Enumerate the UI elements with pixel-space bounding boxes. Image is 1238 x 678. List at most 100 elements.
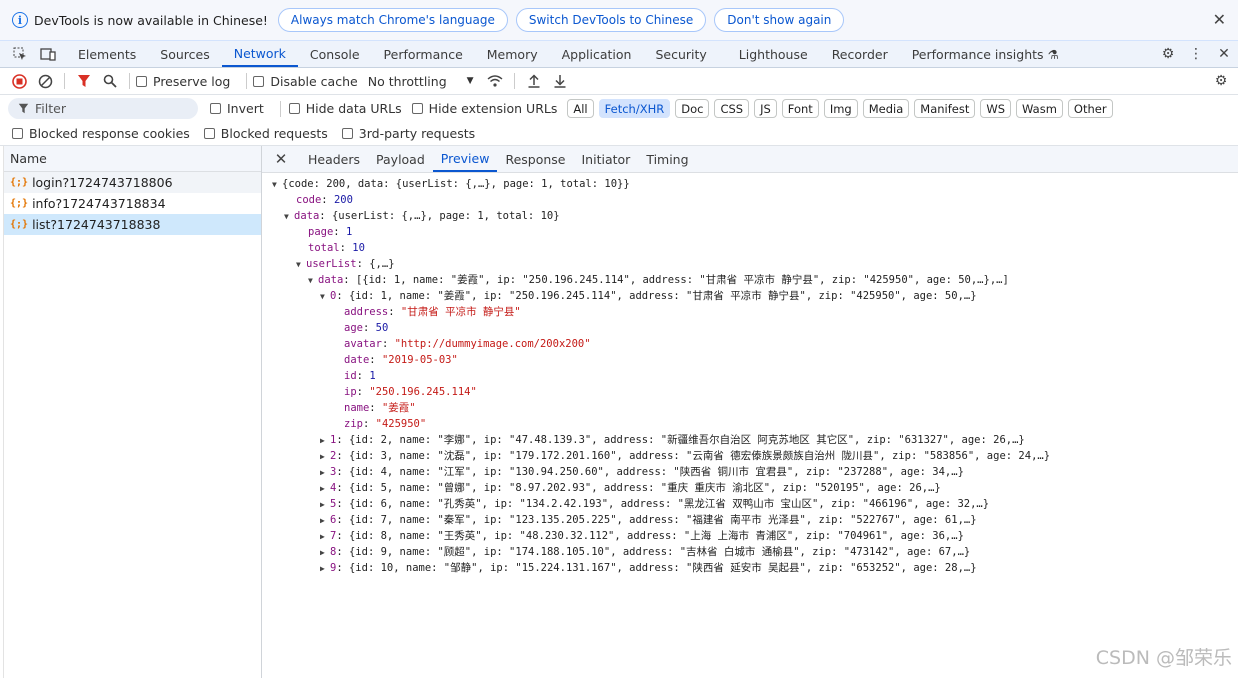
expand-triangle-icon[interactable]: ▼ [296,257,306,273]
tree-node-item-0[interactable]: ▼ 0: {id: 1, name: "姜霞", ip: "250.196.245… [262,288,1238,304]
close-detail-icon[interactable]: ✕ [262,150,300,168]
tab-elements[interactable]: Elements [66,41,148,67]
clear-icon[interactable] [32,70,58,92]
collapse-triangle-icon[interactable]: ▶ [320,545,330,561]
tree-node-item[interactable]: ▶ 2: {id: 3, name: "沈磊", ip: "179.172.201… [262,448,1238,464]
tree-node-item[interactable]: ▶ 6: {id: 7, name: "秦军", ip: "123.135.205… [262,512,1238,528]
tree-node-data-array[interactable]: ▼ data: [{id: 1, name: "姜霞", ip: "250.196… [262,272,1238,288]
tree-node-data[interactable]: ▼ data: {userList: {,…}, page: 1, total: … [262,208,1238,224]
toolbar-divider [279,100,281,117]
third-party-checkbox[interactable]: 3rd-party requests [341,126,475,141]
collapse-triangle-icon[interactable]: ▶ [320,513,330,529]
expand-triangle-icon[interactable]: ▼ [320,289,330,305]
item-summary: {id: 8, name: "王秀英", ip: "48.230.32.112"… [348,530,964,542]
tree-node-item[interactable]: ▶ 3: {id: 4, name: "江军", ip: "130.94.250.… [262,464,1238,480]
checkbox-box [341,128,353,139]
name-column-header[interactable]: Name [4,146,261,172]
tree-node-item[interactable]: ▶ 5: {id: 6, name: "孔秀英", ip: "134.2.42.1… [262,496,1238,512]
import-har-icon[interactable] [521,70,547,92]
inspect-element-icon[interactable] [12,46,28,62]
tab-preview[interactable]: Preview [432,146,498,172]
dont-show-again-button[interactable]: Don't show again [714,8,845,32]
page-value: 1 [345,226,353,238]
tree-node-item[interactable]: ▶ 1: {id: 2, name: "李娜", ip: "47.48.139.3… [262,432,1238,448]
tab-network[interactable]: Network [221,41,298,67]
collapse-triangle-icon[interactable]: ▶ [320,465,330,481]
type-filter-other[interactable]: Other [1067,99,1113,118]
tab-payload[interactable]: Payload [368,146,433,172]
checkbox-box [253,75,265,87]
collapse-triangle-icon[interactable]: ▶ [320,497,330,513]
hide-extension-urls-checkbox[interactable]: Hide extension URLs [411,101,557,116]
request-row[interactable]: {;} list?1724743718838 [4,214,261,235]
filter-funnel-icon[interactable] [71,70,97,92]
tab-recorder[interactable]: Recorder [820,41,900,67]
type-filter-wasm[interactable]: Wasm [1016,99,1063,118]
network-settings-gear-icon[interactable]: ⚙ [1208,70,1234,92]
invert-checkbox[interactable]: Invert [210,101,264,116]
item-summary: {id: 10, name: "邹静", ip: "15.224.131.167… [348,562,977,574]
collapse-triangle-icon[interactable]: ▶ [320,561,330,577]
disable-cache-checkbox[interactable]: Disable cache [253,74,358,89]
switch-chinese-button[interactable]: Switch DevTools to Chinese [515,8,707,32]
collapse-triangle-icon[interactable]: ▶ [320,433,330,449]
blocked-cookies-checkbox[interactable]: Blocked response cookies [12,126,190,141]
collapse-triangle-icon[interactable]: ▶ [320,449,330,465]
type-filter-fetch-xhr[interactable]: Fetch/XHR [598,99,671,118]
collapse-triangle-icon[interactable]: ▶ [320,481,330,497]
type-filter-css[interactable]: CSS [714,99,750,118]
filter-input[interactable]: Filter [8,98,198,119]
request-row[interactable]: {;} info?1724743718834 [4,193,261,214]
tab-headers[interactable]: Headers [300,146,368,172]
request-row[interactable]: {;} login?1724743718806 [4,172,261,193]
tab-lighthouse[interactable]: Lighthouse [727,41,820,67]
expand-triangle-icon[interactable]: ▼ [272,177,282,193]
type-filter-js[interactable]: JS [754,99,777,118]
tree-node-root[interactable]: ▼ {code: 200, data: {userList: {,…}, page… [262,176,1238,192]
date-value: "2019-05-03" [381,354,458,366]
type-filter-media[interactable]: Media [862,99,910,118]
tree-node-address: address: "甘肃省 平凉市 静宁县" [344,306,521,318]
tree-node-userlist[interactable]: ▼ userList: {,…} [262,256,1238,272]
expand-triangle-icon[interactable]: ▼ [284,209,294,225]
tab-timing[interactable]: Timing [638,146,696,172]
type-filter-all[interactable]: All [567,99,594,118]
close-icon[interactable]: ✕ [1213,10,1226,29]
tab-response[interactable]: Response [497,146,573,172]
tab-performance[interactable]: Performance [372,41,475,67]
export-har-icon[interactable] [547,70,573,92]
tree-node-item[interactable]: ▶ 4: {id: 5, name: "曾娜", ip: "8.97.202.93… [262,480,1238,496]
network-conditions-icon[interactable] [482,70,508,92]
preserve-log-checkbox[interactable]: Preserve log [136,74,230,89]
collapse-triangle-icon[interactable]: ▶ [320,529,330,545]
close-devtools-icon[interactable]: ✕ [1210,46,1238,62]
hide-data-urls-checkbox[interactable]: Hide data URLs [288,101,402,116]
tab-application[interactable]: Application [550,41,644,67]
blocked-requests-checkbox[interactable]: Blocked requests [203,126,328,141]
type-filter-img[interactable]: Img [823,99,858,118]
type-filter-doc[interactable]: Doc [675,99,710,118]
device-toolbar-icon[interactable] [40,46,56,62]
zip-value: "425950" [375,418,427,430]
type-filter-font[interactable]: Font [781,99,819,118]
tab-sources[interactable]: Sources [148,41,221,67]
code-value: 200 [333,194,353,206]
tree-node-item[interactable]: ▶ 8: {id: 9, name: "顾超", ip: "174.188.105… [262,544,1238,560]
type-filter-ws[interactable]: WS [980,99,1012,118]
expand-triangle-icon[interactable]: ▼ [308,273,318,289]
more-options-icon[interactable]: ⋮ [1182,46,1210,62]
record-stop-icon[interactable] [6,70,32,92]
tab-performance-insights[interactable]: Performance insights ⚗ [900,41,1071,67]
tab-memory[interactable]: Memory [475,41,550,67]
settings-gear-icon[interactable]: ⚙ [1154,46,1182,62]
tab-initiator[interactable]: Initiator [574,146,639,172]
id-value: 1 [369,370,376,382]
search-icon[interactable] [97,70,123,92]
tree-node-item[interactable]: ▶ 9: {id: 10, name: "邹静", ip: "15.224.131… [262,560,1238,576]
tab-console[interactable]: Console [298,41,372,67]
throttling-select[interactable]: No throttling ▼ [368,74,474,89]
match-language-button[interactable]: Always match Chrome's language [277,8,508,32]
tree-node-item[interactable]: ▶ 7: {id: 8, name: "王秀英", ip: "48.230.32.… [262,528,1238,544]
type-filter-manifest[interactable]: Manifest [914,99,976,118]
tab-security[interactable]: Security [643,41,726,67]
